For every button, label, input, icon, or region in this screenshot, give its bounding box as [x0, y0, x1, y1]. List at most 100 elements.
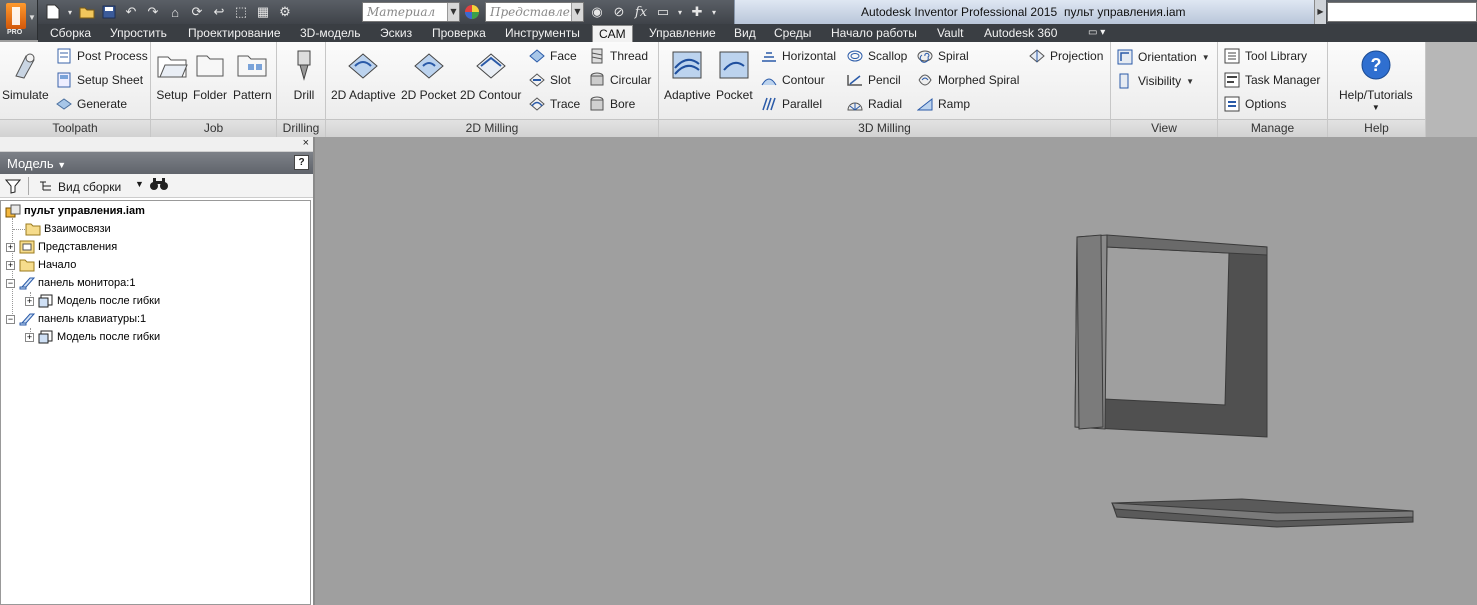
close-icon[interactable]: × [303, 137, 309, 149]
tree-item-flat-pattern-2[interactable]: + Модель после гибки [25, 328, 160, 346]
ramp-button[interactable]: Ramp [917, 94, 970, 114]
tab-tools[interactable]: Инструменты [499, 25, 586, 42]
tab-autodesk-360[interactable]: Autodesk 360 [978, 25, 1063, 42]
adaptive-button[interactable]: Adaptive [664, 48, 711, 102]
orientation-button[interactable]: Orientation ▼ [1117, 47, 1210, 67]
add-icon[interactable]: ✚ [688, 3, 706, 21]
save-icon[interactable] [100, 3, 118, 21]
2d-contour-button[interactable]: 2D Contour [460, 48, 521, 102]
tree-item-keyboard-panel[interactable]: − панель клавиатуры:1 [6, 310, 146, 328]
undo-icon[interactable]: ↶ [122, 3, 140, 21]
tab-get-started[interactable]: Начало работы [825, 25, 923, 42]
expand-plus-icon[interactable]: + [6, 260, 15, 270]
projection-button[interactable]: Projection [1029, 46, 1103, 66]
return-icon[interactable]: ↩ [210, 3, 228, 21]
material-combo[interactable]: Материал ▼ [362, 2, 460, 22]
trace-button[interactable]: Trace [529, 94, 580, 114]
assembly-view-selector[interactable]: Вид сборки [38, 178, 121, 195]
tab-view[interactable]: Вид [728, 25, 762, 42]
measure-icon[interactable]: ▦ [254, 3, 272, 21]
circular-button[interactable]: Circular [589, 70, 651, 90]
tree-item-representations[interactable]: + Представления [6, 238, 117, 256]
generate-button[interactable]: Generate [56, 94, 127, 114]
tab-3d-model[interactable]: 3D-модель [294, 25, 367, 42]
options-button[interactable]: Options [1224, 94, 1286, 114]
adaptive-icon [671, 48, 703, 82]
2d-adaptive-button[interactable]: 2D Adaptive [331, 48, 396, 102]
parallel-button[interactable]: Parallel [761, 94, 822, 114]
select-icon[interactable]: ⬚ [232, 3, 250, 21]
drill-button[interactable]: Drill [288, 48, 320, 102]
ruler-icon[interactable]: ▭ [654, 3, 672, 21]
tree-item-flat-pattern-1[interactable]: + Модель после гибки [25, 292, 160, 310]
application-menu-button[interactable]: PRO ▼ [0, 0, 38, 40]
horizontal-button[interactable]: Horizontal [761, 46, 836, 66]
appearance-adjust-icon[interactable]: ◉ [588, 3, 606, 21]
ribbon-options-icon[interactable]: ▭ ▾ [1082, 25, 1111, 42]
tree-item-monitor-panel[interactable]: − панель монитора:1 [6, 274, 135, 292]
settings-gear-icon[interactable]: ⚙ [276, 3, 294, 21]
expand-plus-icon[interactable]: + [25, 332, 34, 342]
spiral-button[interactable]: Spiral [917, 46, 969, 66]
help-search-input[interactable] [1327, 2, 1477, 22]
face-button[interactable]: Face [529, 46, 577, 66]
tab-inspect[interactable]: Проверка [426, 25, 492, 42]
post-process-button[interactable]: Post Process [56, 46, 148, 66]
slot-button[interactable]: Slot [529, 70, 571, 90]
pencil-button[interactable]: Pencil [847, 70, 901, 90]
thread-button[interactable]: Thread [589, 46, 648, 66]
filter-icon[interactable] [4, 178, 22, 197]
update-icon[interactable]: ⟳ [188, 3, 206, 21]
task-manager-button[interactable]: Task Manager [1224, 70, 1320, 90]
setup-sheet-button[interactable]: Setup Sheet [56, 70, 143, 90]
open-folder-icon[interactable] [78, 3, 96, 21]
morphed-spiral-icon [917, 72, 933, 88]
collapse-minus-icon[interactable]: − [6, 314, 15, 324]
binoculars-icon[interactable] [150, 177, 168, 194]
new-dropdown-icon[interactable]: ▾ [66, 3, 74, 21]
tab-environments[interactable]: Среды [768, 25, 817, 42]
tab-simplify[interactable]: Упростить [104, 25, 173, 42]
2d-pocket-button[interactable]: 2D Pocket [401, 48, 456, 102]
simulate-button[interactable]: Simulate [2, 48, 49, 102]
chevron-down-icon[interactable]: ▼ [135, 179, 144, 189]
tab-design[interactable]: Проектирование [182, 25, 287, 42]
folder-button[interactable]: Folder [193, 48, 227, 102]
expand-plus-icon[interactable]: + [25, 296, 34, 306]
visibility-button[interactable]: Visibility ▼ [1117, 71, 1194, 91]
keyboard-panel-model[interactable] [1111, 498, 1414, 528]
scallop-button[interactable]: Scallop [847, 46, 907, 66]
tree-root-assembly[interactable]: пульт управления.iam [5, 202, 145, 220]
bore-button[interactable]: Bore [589, 94, 635, 114]
expand-plus-icon[interactable]: + [6, 242, 15, 252]
chevron-down-icon[interactable]: ▾ [676, 3, 684, 21]
radial-button[interactable]: Radial [847, 94, 902, 114]
redo-icon[interactable]: ↷ [144, 3, 162, 21]
tab-assembly[interactable]: Сборка [44, 25, 97, 42]
monitor-panel-model[interactable] [1074, 234, 1268, 438]
pocket-button[interactable]: Pocket [716, 48, 753, 102]
home-icon[interactable]: ⌂ [166, 3, 184, 21]
graphics-viewport[interactable] [317, 137, 1477, 605]
tab-vault[interactable]: Vault [931, 25, 969, 42]
browser-help-icon[interactable]: ? [294, 155, 309, 170]
chevron-down-icon[interactable]: ▾ [710, 3, 718, 21]
tool-library-button[interactable]: Tool Library [1224, 46, 1307, 66]
tab-manage[interactable]: Управление [643, 25, 722, 42]
tab-sketch[interactable]: Эскиз [374, 25, 418, 42]
tree-item-origin[interactable]: + Начало [6, 256, 76, 274]
tab-cam[interactable]: CAM [592, 25, 633, 42]
morphed-spiral-button[interactable]: Morphed Spiral [917, 70, 1019, 90]
clear-appearance-icon[interactable]: ⊘ [610, 3, 628, 21]
pattern-button[interactable]: Pattern [233, 48, 272, 102]
collapse-minus-icon[interactable]: − [6, 278, 15, 288]
expand-arrow-icon[interactable]: ▶ [1314, 0, 1326, 24]
setup-button[interactable]: Setup [156, 48, 188, 102]
tree-item-relations[interactable]: Взаимосвязи [25, 220, 111, 238]
fx-parameters-icon[interactable]: fx [632, 3, 650, 21]
contour-button[interactable]: Contour [761, 70, 825, 90]
help-tutorials-button[interactable]: ? Help/Tutorials ▼ [1339, 48, 1413, 112]
new-file-icon[interactable] [44, 3, 62, 21]
browser-title[interactable]: Модель ▼ [7, 156, 66, 171]
appearance-combo[interactable]: Представлен ▼ [485, 2, 584, 22]
